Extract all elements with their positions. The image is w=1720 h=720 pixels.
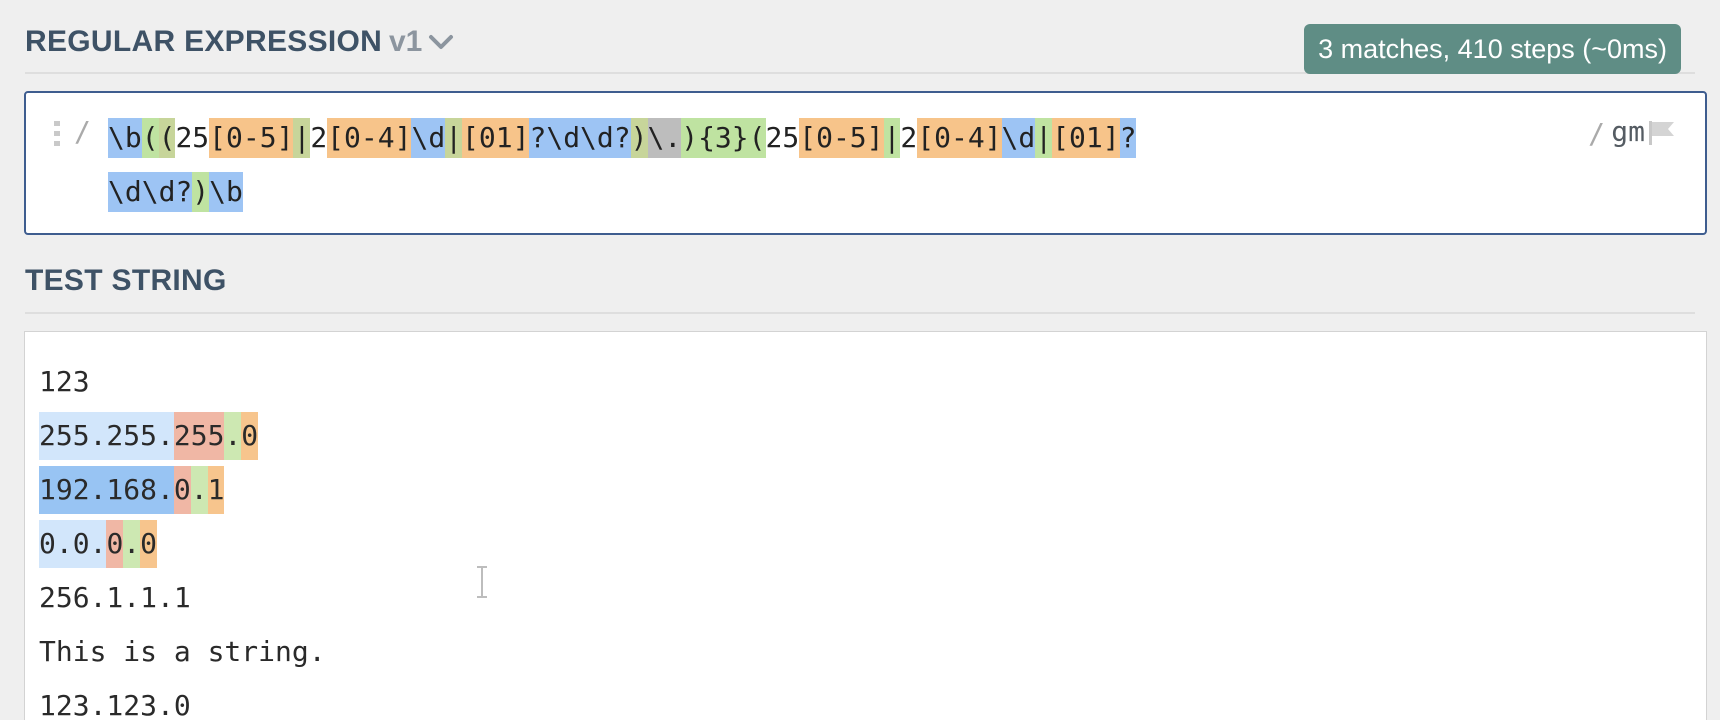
test-string-line: 0.0.0.0 <box>39 516 326 570</box>
match-segment: . <box>123 520 141 568</box>
regex-token: | <box>445 118 463 158</box>
match-segment: 192.168. <box>39 466 174 514</box>
match-segment: 0 <box>140 520 158 568</box>
test-string-title: TEST STRING <box>25 264 227 297</box>
test-string-line: 192.168.0.1 <box>39 462 326 516</box>
regex-token: 25 <box>765 121 800 154</box>
regex-token: | <box>1035 118 1053 158</box>
flavor-version-label: v1 <box>389 25 423 58</box>
regex-token: 25 <box>175 121 210 154</box>
regex-delimiter-open: / <box>74 115 91 148</box>
regex-delimiter-close: / <box>1588 117 1605 150</box>
regex-token: \b <box>209 172 243 212</box>
match-segment: 255 <box>173 412 225 460</box>
regex-token: 2 <box>310 121 328 154</box>
regex-token: | <box>883 118 901 158</box>
test-string-line: 123.123.0 <box>39 678 326 720</box>
match-segment: . <box>190 466 208 514</box>
match-segment: 255.255. <box>39 412 174 460</box>
test-string-line: 123 <box>39 354 326 408</box>
regex-token: 2 <box>900 121 918 154</box>
regex-token: ){3}( <box>681 118 766 158</box>
regex-token: [0-4] <box>327 118 412 158</box>
regex-token: ?\d\d? <box>529 118 631 158</box>
regex-section-title: REGULAR EXPRESSION <box>25 25 383 58</box>
text-segment: This is a string. <box>39 635 326 668</box>
regex-input[interactable]: / \b((25[0-5]|2[0-4]\d|[01]?\d\d?)\.){3}… <box>24 91 1707 235</box>
regex-token: [01] <box>462 118 530 158</box>
regex-token: [0-5] <box>799 118 884 158</box>
text-cursor-icon <box>477 566 487 598</box>
regex-token: \b <box>108 118 142 158</box>
regex-token: \d <box>1001 118 1036 158</box>
regex-tester: REGULAR EXPRESSION v1 3 matches, 410 ste… <box>0 0 1720 720</box>
drag-handle-icon[interactable] <box>54 121 60 147</box>
match-segment: 0 <box>173 466 191 514</box>
text-segment: 123.123.0 <box>39 689 191 720</box>
test-string-input[interactable]: 123 255.255.255.0 192.168.0.1 0.0.0.0 256.1.… <box>24 331 1707 720</box>
regex-line-2: \d\d?)\b <box>108 172 243 212</box>
regex-flags[interactable]: gm <box>1611 115 1645 148</box>
match-segment: 0 <box>241 412 259 460</box>
regex-token: ( <box>158 118 176 158</box>
regex-token: \. <box>647 118 682 158</box>
match-segment: . <box>224 412 242 460</box>
regex-token: ) <box>630 118 648 158</box>
regex-token: \d\d? <box>108 172 193 212</box>
match-segment: 0 <box>106 520 124 568</box>
match-segment: 1 <box>207 466 225 514</box>
text-segment: 256.1.1.1 <box>39 581 191 614</box>
chevron-down-icon <box>429 35 454 49</box>
regex-token: [0-5] <box>209 118 294 158</box>
regex-token: ) <box>192 172 210 212</box>
regex-token: [0-4] <box>917 118 1002 158</box>
test-string-line: 256.1.1.1 <box>39 570 326 624</box>
regex-token: \d <box>411 118 446 158</box>
test-string-line: This is a string. <box>39 624 326 678</box>
text-segment: 123 <box>39 365 90 398</box>
flavor-version-dropdown[interactable]: v1 <box>389 25 454 59</box>
regex-token: | <box>293 118 311 158</box>
flag-icon[interactable] <box>1647 119 1677 147</box>
match-info-badge: 3 matches, 410 steps (~0ms) <box>1304 24 1681 74</box>
test-string-section-header: TEST STRING <box>25 244 1695 314</box>
regex-token: ? <box>1119 118 1137 158</box>
regex-token: [01] <box>1052 118 1120 158</box>
regex-token: ( <box>141 118 159 158</box>
regex-section-header: REGULAR EXPRESSION v1 3 matches, 410 ste… <box>25 0 1695 74</box>
match-segment: 0.0. <box>39 520 107 568</box>
regex-line-1: \b((25[0-5]|2[0-4]\d|[01]?\d\d?)\.){3}(2… <box>108 118 1137 158</box>
test-string-lines: 123 255.255.255.0 192.168.0.1 0.0.0.0 256.1.… <box>39 354 326 720</box>
test-string-line: 255.255.255.0 <box>39 408 326 462</box>
